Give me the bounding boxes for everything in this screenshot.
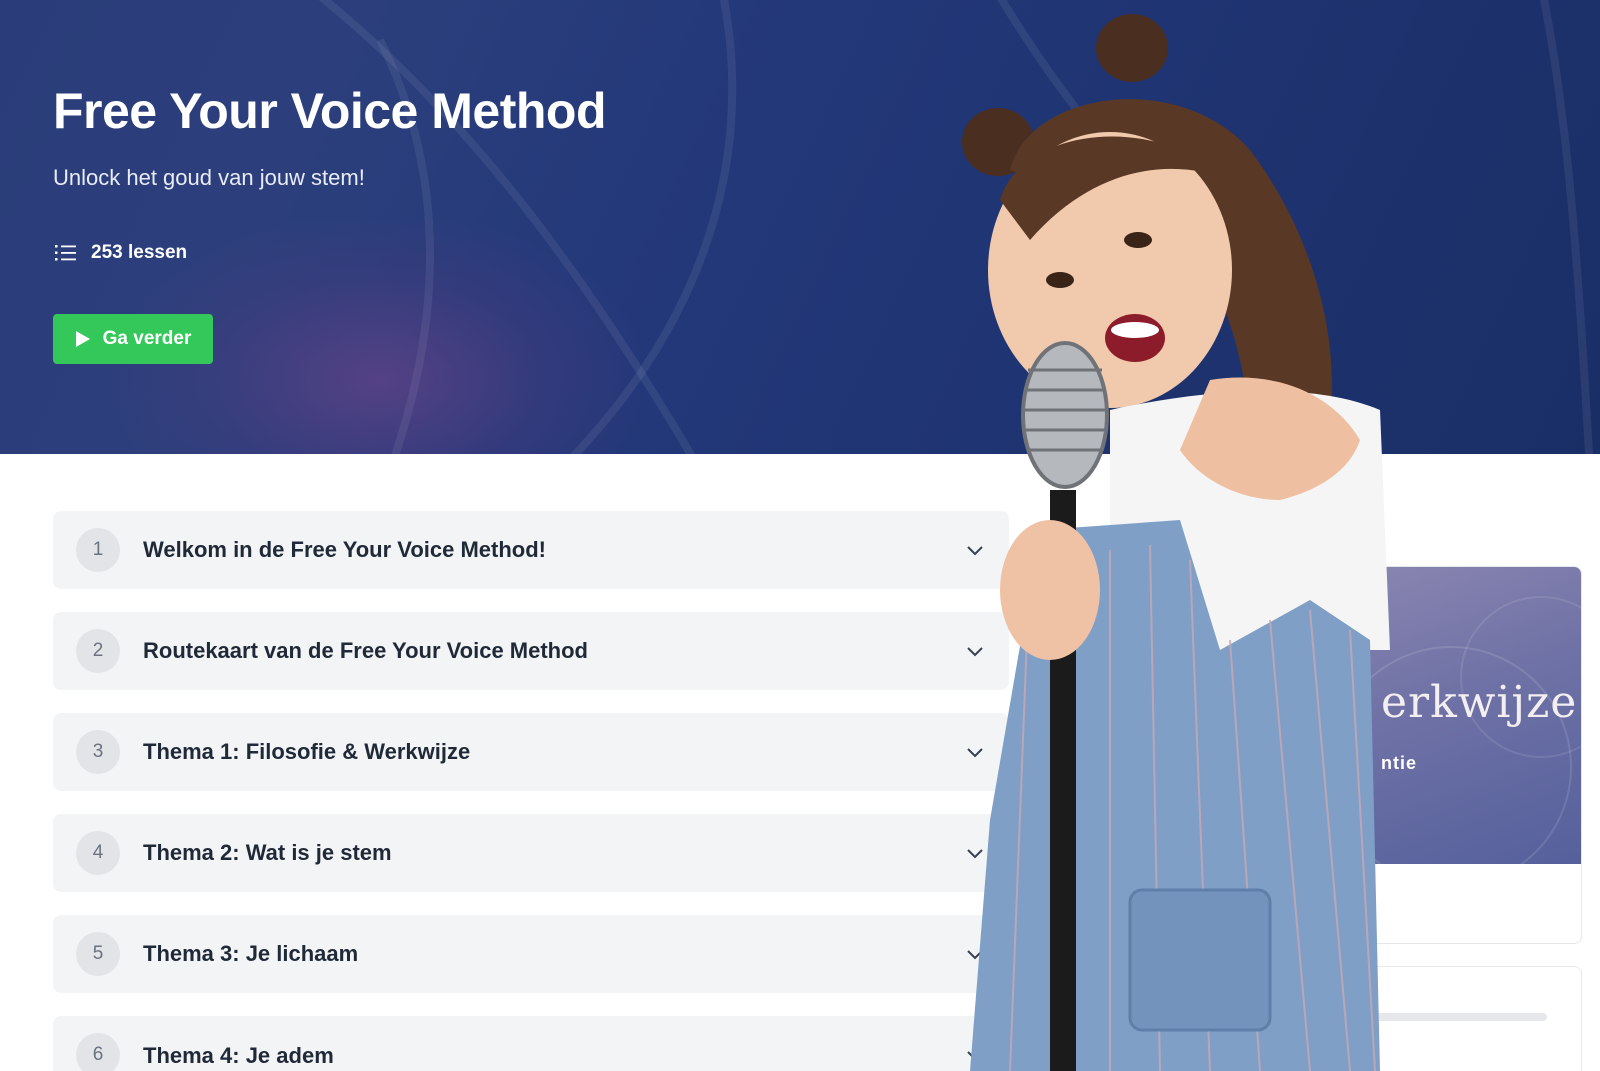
hero-photo: [962, 14, 1390, 1071]
module-title: Thema 3: Je lichaam: [143, 941, 359, 966]
list-icon: [55, 245, 76, 261]
module-number: 5: [76, 932, 120, 976]
module-number: 3: [76, 730, 120, 774]
continue-button-label: Ga verder: [102, 328, 192, 349]
lesson-count-label: 253 lessen: [91, 242, 188, 263]
continue-button[interactable]: Ga verder: [53, 314, 213, 364]
module-number: 2: [76, 629, 120, 673]
module-item[interactable]: 5 Thema 3: Je lichaam: [53, 915, 1009, 993]
course-subtitle: Unlock het goud van jouw stem!: [53, 165, 365, 190]
module-title: Thema 4: Je adem: [143, 1043, 334, 1068]
module-title: Welkom in de Free Your Voice Method!: [143, 537, 546, 562]
lesson-count: 253 lessen: [53, 242, 187, 264]
module-number: 6: [76, 1033, 120, 1071]
play-icon: [75, 331, 90, 347]
module-item[interactable]: 4 Thema 2: Wat is je stem: [53, 814, 1009, 892]
module-title: Thema 1: Filosofie & Werkwijze: [143, 739, 471, 764]
module-item[interactable]: 2 Routekaart van de Free Your Voice Meth…: [53, 612, 1009, 690]
module-title: Routekaart van de Free Your Voice Method: [143, 638, 588, 663]
course-title: Free Your Voice Method: [53, 83, 607, 139]
module-item[interactable]: 6 Thema 4: Je adem: [53, 1016, 1009, 1071]
module-number: 1: [76, 528, 120, 572]
module-number: 4: [76, 831, 120, 875]
module-item[interactable]: 1 Welkom in de Free Your Voice Method!: [53, 511, 1009, 589]
module-title: Thema 2: Wat is je stem: [143, 840, 392, 865]
module-item[interactable]: 3 Thema 1: Filosofie & Werkwijze: [53, 713, 1009, 791]
